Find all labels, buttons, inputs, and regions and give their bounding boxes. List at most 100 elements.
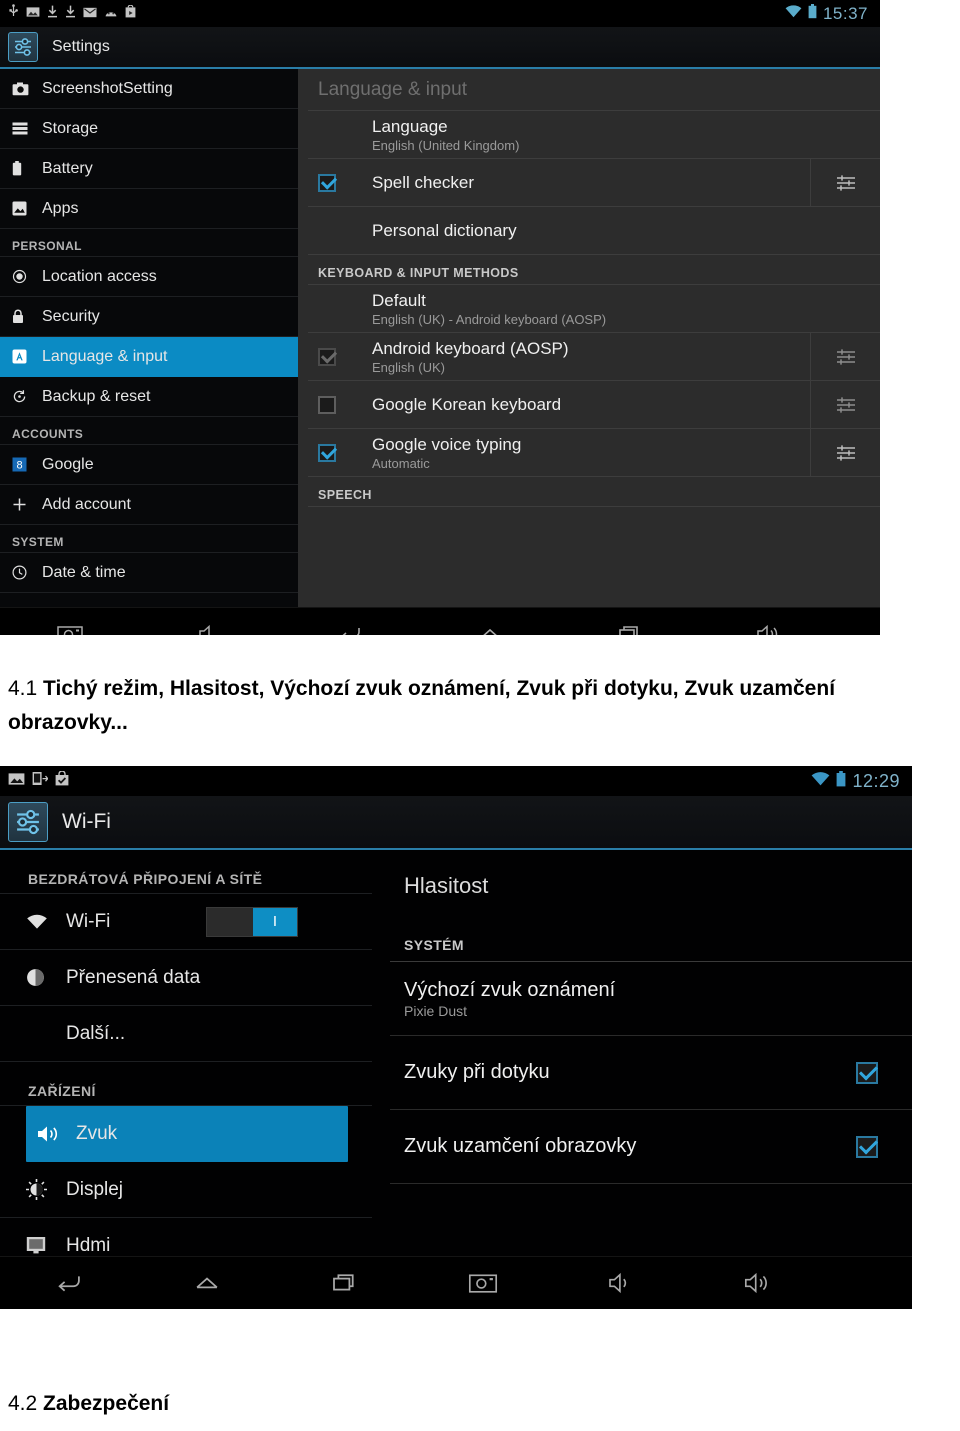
usb-icon (8, 4, 19, 23)
action-bar: Wi-Fi (0, 796, 912, 850)
sidebar-item-backup-reset[interactable]: Backup & reset (0, 377, 298, 417)
status-bar: 15:37 (0, 0, 880, 27)
section-caption-4-2: 4.2 Zabezpečení (8, 1392, 169, 1416)
section-header-system: SYSTÉM (390, 912, 912, 962)
sidebar-item-data-usage[interactable]: Přenesená data (0, 950, 372, 1006)
sidebar-item-apps[interactable]: Apps (0, 189, 298, 229)
setting-row-language[interactable]: Language English (United Kingdom) (308, 111, 880, 159)
sidebar-item-label: Backup & reset (42, 387, 151, 405)
sidebar-item-label: Zvuk (76, 1123, 118, 1144)
sidebar-item-label: Google (42, 455, 94, 473)
setting-row-spell-checker[interactable]: Spell checker (308, 159, 880, 207)
battery-icon (12, 161, 38, 176)
setting-row-default-notification-sound[interactable]: Výchozí zvuk oznámení Pixie Dust (390, 962, 912, 1036)
sidebar-item-label: Security (42, 307, 100, 325)
status-bar-notification-icons (0, 770, 69, 791)
sliders-settings-icon[interactable] (810, 381, 880, 428)
volume-up-icon[interactable] (690, 1257, 828, 1309)
sidebar-item-security[interactable]: Security (0, 297, 298, 337)
setting-title: Výchozí zvuk oznámení (404, 978, 616, 1001)
settings-icon[interactable] (8, 32, 38, 62)
setting-texts: Android keyboard (AOSP) English (UK) (364, 339, 810, 375)
home-icon[interactable] (420, 608, 560, 635)
sidebar-item-hdmi[interactable]: Hdmi (0, 1218, 372, 1256)
android-keyboard-checkbox[interactable] (318, 347, 336, 366)
lock-icon (12, 309, 38, 324)
recents-icon[interactable] (276, 1257, 414, 1309)
sidebar-item-google[interactable]: 8 Google (0, 445, 298, 485)
checkbox-slot[interactable] (822, 1135, 912, 1158)
battery-icon (808, 3, 817, 24)
screen-lock-sound-checkbox[interactable] (856, 1135, 878, 1158)
sidebar-item-language-input[interactable]: Language & input (0, 337, 298, 377)
settings-icon[interactable] (8, 802, 48, 842)
checked-bag-icon (55, 770, 69, 791)
sidebar-item-location-access[interactable]: Location access (0, 257, 298, 297)
checkbox-slot[interactable] (318, 443, 364, 462)
wifi-icon (811, 771, 830, 791)
setting-row-android-keyboard[interactable]: Android keyboard (AOSP) English (UK) (308, 333, 880, 381)
setting-row-touch-sounds[interactable]: Zvuky při dotyku (390, 1036, 912, 1110)
setting-texts: Zvuk uzamčení obrazovky (404, 1135, 822, 1158)
svg-text:8: 8 (16, 459, 22, 471)
data-usage-icon (26, 968, 60, 987)
spell-checker-checkbox[interactable] (318, 173, 336, 192)
sidebar-item-wifi[interactable]: Wi-Fi I (0, 894, 372, 950)
page-title: Hlasitost (404, 873, 489, 898)
sliders-settings-icon[interactable] (810, 429, 880, 476)
sliders-settings-icon[interactable] (810, 333, 880, 380)
setting-row-google-korean-keyboard[interactable]: Google Korean keyboard (308, 381, 880, 429)
sidebar-item-date-time[interactable]: Date & time (0, 553, 298, 593)
setting-title: Google Korean keyboard (372, 394, 562, 414)
setting-texts: Spell checker (364, 173, 810, 193)
sidebar-item-label: Apps (42, 199, 79, 217)
back-icon[interactable] (0, 1257, 138, 1309)
sliders-settings-icon[interactable] (810, 159, 880, 206)
navigation-bar (0, 607, 880, 635)
checkbox-slot[interactable] (822, 1061, 912, 1084)
sidebar-item-display[interactable]: Displej (0, 1162, 372, 1218)
volume-down-icon[interactable] (140, 608, 280, 635)
checkbox-slot[interactable] (318, 347, 364, 366)
backup-icon (12, 389, 38, 404)
setting-texts: Default English (UK) - Android keyboard … (364, 291, 880, 327)
section-header-keyboard-input-methods: KEYBOARD & INPUT METHODS (308, 255, 880, 285)
apps-icon (12, 201, 38, 216)
setting-row-personal-dictionary[interactable]: Personal dictionary (308, 207, 880, 255)
google-voice-typing-checkbox[interactable] (318, 443, 336, 462)
image-icon (26, 5, 40, 23)
setting-row-google-voice-typing[interactable]: Google voice typing Automatic (308, 429, 880, 477)
checkbox-slot[interactable] (318, 173, 364, 192)
sidebar-header-accounts: ACCOUNTS (0, 417, 298, 445)
camera-icon[interactable] (0, 608, 140, 635)
touch-sounds-checkbox[interactable] (856, 1061, 878, 1084)
checkbox-slot[interactable] (318, 395, 364, 414)
settings-detail-pane: Language & input Language English (Unite… (298, 69, 880, 607)
sidebar-item-more[interactable]: Další... (0, 1006, 372, 1062)
section-title: Zabezpečení (43, 1392, 170, 1415)
sidebar-item-sound[interactable]: Zvuk (26, 1106, 348, 1162)
camera-icon[interactable] (414, 1257, 552, 1309)
status-bar-system-icons: 15:37 (785, 0, 880, 27)
sidebar-item-label: Wi-Fi (66, 910, 111, 932)
setting-subtitle: English (UK) - Android keyboard (AOSP) (372, 311, 607, 327)
sidebar-item-screenshotsetting[interactable]: ScreenshotSetting (0, 69, 298, 109)
setting-subtitle: Automatic (372, 455, 430, 471)
home-icon[interactable] (138, 1257, 276, 1309)
sidebar-item-storage[interactable]: Storage (0, 109, 298, 149)
setting-row-default-keyboard[interactable]: Default English (UK) - Android keyboard … (308, 285, 880, 333)
hdmi-icon (26, 1236, 60, 1255)
sidebar-item-add-account[interactable]: Add account (0, 485, 298, 525)
recents-icon[interactable] (560, 608, 700, 635)
sidebar-item-label: Language & input (42, 347, 168, 365)
back-icon[interactable] (280, 608, 420, 635)
sidebar-item-battery[interactable]: Battery (0, 149, 298, 189)
setting-row-screen-lock-sound[interactable]: Zvuk uzamčení obrazovky (390, 1110, 912, 1184)
image-icon (8, 772, 25, 791)
volume-up-icon[interactable] (700, 608, 840, 635)
wifi-toggle[interactable]: I (206, 906, 298, 937)
google-korean-keyboard-checkbox[interactable] (318, 395, 336, 414)
content-split: ScreenshotSetting Storage Battery Apps P… (0, 69, 880, 607)
setting-subtitle: English (UK) (372, 359, 445, 375)
volume-down-icon[interactable] (552, 1257, 690, 1309)
